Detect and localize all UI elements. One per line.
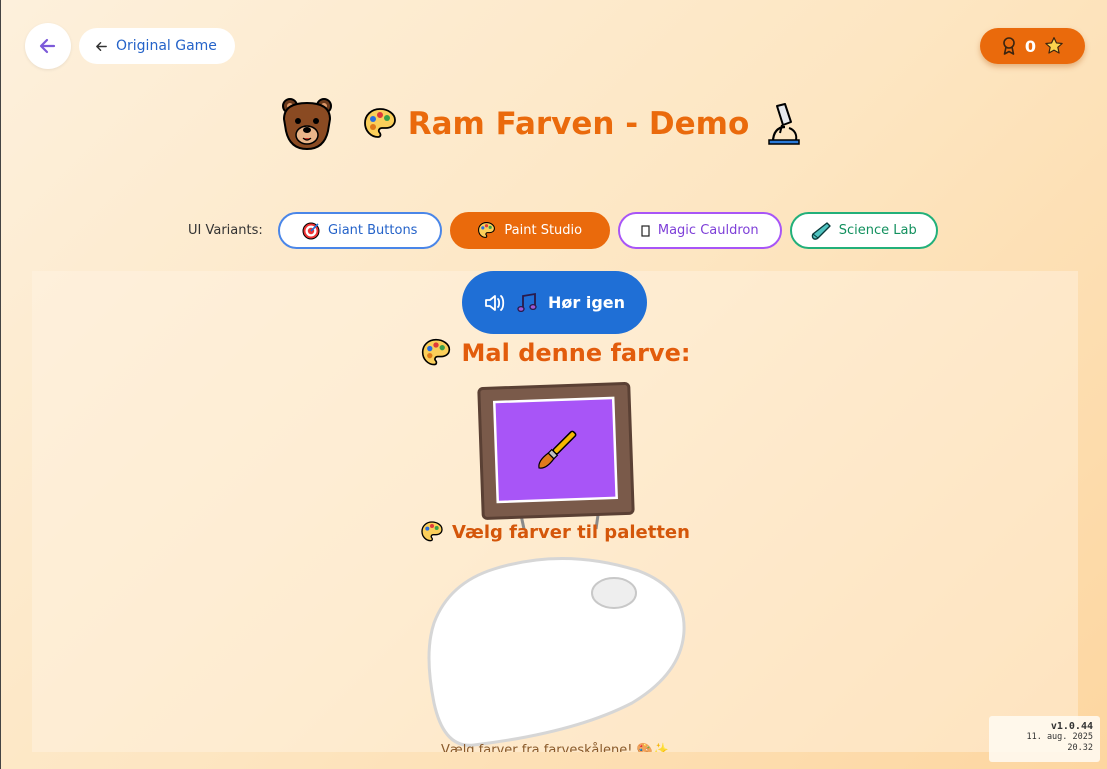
- test-tube-icon: [811, 221, 831, 240]
- variant-science-lab[interactable]: Science Lab: [789, 212, 938, 249]
- score-badge: 0: [980, 28, 1085, 64]
- variant-paint-studio[interactable]: Paint Studio: [449, 212, 610, 249]
- arrow-left-icon: [39, 38, 56, 54]
- variant-paint-studio-label: Paint Studio: [504, 223, 583, 238]
- microscope-icon: [768, 103, 801, 145]
- palette-icon: [421, 338, 450, 366]
- speaker-icon: [485, 294, 505, 311]
- palette-icon: [421, 521, 443, 542]
- variant-giant-buttons[interactable]: Giant Buttons: [277, 212, 442, 249]
- ui-variants-bar: UI Variants: Giant Buttons Paint Studio …: [188, 212, 938, 249]
- unknown-glyph-icon: [641, 224, 650, 237]
- bottom-hint: Vælg farver fra farveskålene! 🎨✨: [441, 743, 669, 752]
- version-number: v1.0.44: [1050, 721, 1093, 732]
- listen-again-button[interactable]: Hør igen: [462, 271, 647, 334]
- listen-again-label: Hør igen: [547, 293, 626, 312]
- variant-science-lab-label: Science Lab: [838, 223, 917, 238]
- bear-icon: [281, 98, 332, 151]
- title-text: Ram Farven - Demo: [407, 106, 750, 142]
- palette-label: Vælg farver til paletten: [32, 520, 1078, 544]
- original-game-button[interactable]: Original Game: [79, 28, 235, 64]
- music-notes-icon: [517, 292, 537, 312]
- palette-label-text: Vælg farver til paletten: [452, 521, 690, 543]
- target-icon: [302, 222, 320, 239]
- paint-palette[interactable]: [424, 553, 689, 748]
- version-info: v1.0.44 11. aug. 2025 20.32: [989, 716, 1100, 762]
- game-panel: Hør igen Mal denne farve: Vælg farver ti…: [32, 271, 1078, 752]
- version-date: 11. aug. 2025: [1026, 732, 1093, 742]
- variant-magic-cauldron[interactable]: Magic Cauldron: [617, 212, 782, 249]
- variant-giant-buttons-label: Giant Buttons: [328, 223, 418, 238]
- paint-heading: Mal denne farve:: [32, 337, 1078, 369]
- award-icon: [1003, 37, 1015, 55]
- palette-icon: [478, 222, 496, 238]
- back-button[interactable]: [25, 23, 71, 69]
- ui-variants-label: UI Variants:: [188, 223, 263, 238]
- score-value: 0: [1024, 36, 1037, 56]
- palette-icon: [363, 108, 396, 138]
- arrow-left-icon: [96, 41, 107, 51]
- version-time: 20.32: [1067, 743, 1093, 753]
- easel-canvas: [476, 381, 636, 531]
- star-icon: [1045, 37, 1063, 54]
- variant-magic-cauldron-label: Magic Cauldron: [657, 223, 759, 238]
- palette-thumb-hole: [591, 577, 637, 609]
- paint-heading-text: Mal denne farve:: [461, 339, 691, 367]
- page-title: Ram Farven - Demo: [1, 96, 1107, 152]
- original-game-label: Original Game: [116, 38, 217, 54]
